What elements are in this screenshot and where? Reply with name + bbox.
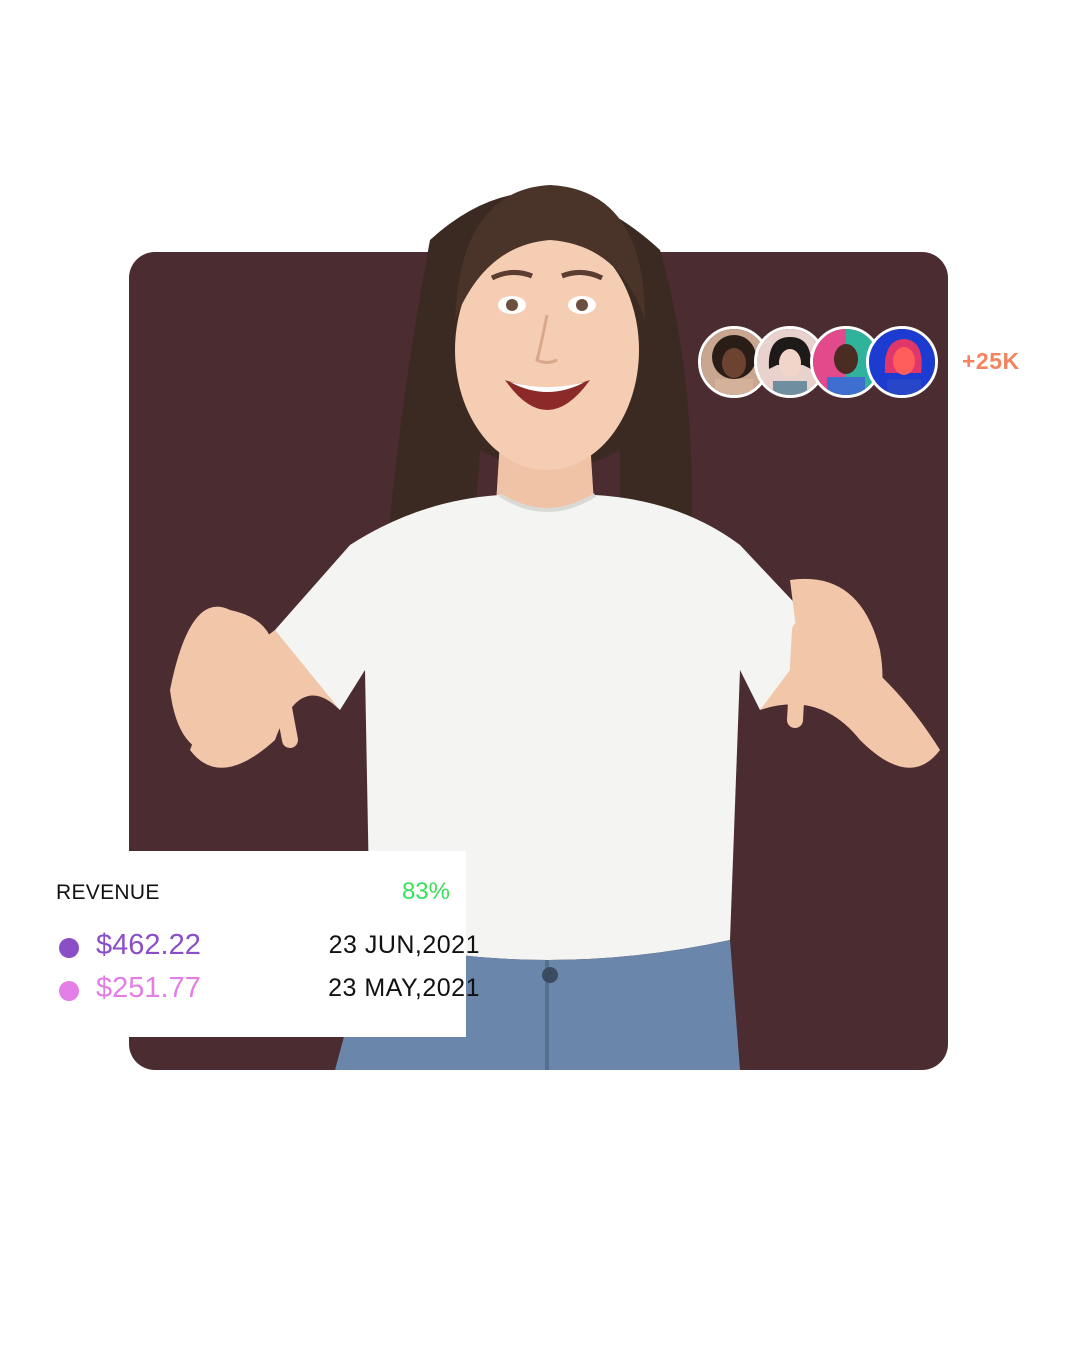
revenue-amount: $251.77 [96, 972, 201, 1004]
revenue-amount: $462.22 [96, 929, 201, 961]
promo-graphic: +25K REVENUE 83% $462.22 23 JUN,2021 $25… [0, 0, 1080, 1360]
series-dot-primary [59, 938, 79, 958]
avatar-woman-neon-light [866, 326, 938, 398]
audience-avatars [698, 325, 938, 399]
revenue-title: REVENUE [56, 881, 160, 904]
revenue-card: REVENUE 83% $462.22 23 JUN,2021 $251.77 … [32, 851, 480, 1037]
revenue-date: 23 MAY,2021 [328, 974, 480, 1002]
revenue-date: 23 JUN,2021 [328, 931, 480, 959]
revenue-percent: 83% [401, 878, 450, 905]
revenue-entry: $251.77 23 MAY,2021 [56, 972, 480, 1008]
series-dot-secondary [59, 981, 79, 1001]
audience-count: +25K [962, 348, 1020, 374]
revenue-entry: $462.22 23 JUN,2021 [56, 929, 479, 965]
